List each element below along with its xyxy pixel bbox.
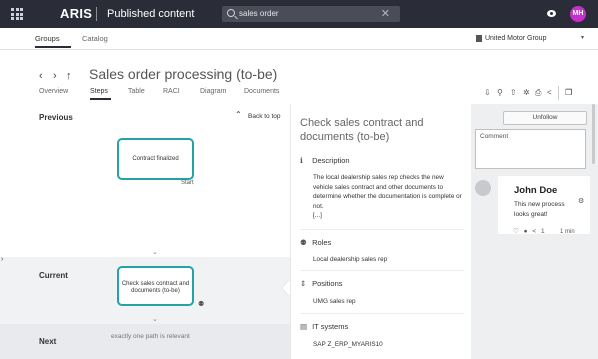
next-label: Next [39, 337, 57, 346]
it-systems-value[interactable]: SAP Z_ERP_MYARIS10 [313, 340, 463, 350]
search-input[interactable]: sales order ✕ [222, 6, 400, 22]
roles-section: ⚉ Roles [300, 238, 331, 247]
clear-search-icon[interactable]: ✕ [381, 7, 390, 20]
role-icon: ⚉ [300, 238, 307, 247]
description-text: The local dealership sales rep checks th… [313, 173, 463, 221]
scrollbar[interactable] [592, 104, 595, 164]
tab-documents[interactable]: Documents [244, 88, 279, 95]
previous-row [0, 104, 290, 257]
share-icon[interactable]: < [532, 228, 536, 235]
like-count: 1 [541, 228, 545, 235]
back-to-top-link[interactable]: Back to top [248, 113, 281, 120]
tab-steps[interactable]: Steps [90, 88, 108, 95]
steps-panel: Previous ⌃ Back to top Contract finalize… [0, 104, 290, 359]
detail-title: Check sales contract and documents (to-b… [300, 117, 424, 143]
active-tab-underline [35, 46, 71, 48]
pages-icon[interactable]: ❐ [565, 88, 572, 97]
comment-input[interactable]: Comment [475, 129, 586, 169]
unfollow-button[interactable]: Unfollow [503, 111, 587, 125]
search-icon [227, 9, 235, 17]
app-launcher-icon[interactable] [11, 8, 23, 20]
expand-left-icon[interactable]: › [1, 256, 3, 263]
info-icon: ℹ [300, 156, 303, 165]
print-icon[interactable]: ⎙ [535, 88, 541, 98]
active-tab-underline [90, 98, 111, 100]
divider [300, 270, 464, 271]
chevron-up-icon[interactable]: ⌃ [235, 110, 242, 119]
tab-catalog[interactable]: Catalog [82, 34, 108, 43]
up-icon[interactable]: ↑ [66, 70, 72, 82]
positions-label: Positions [312, 279, 343, 288]
tab-table[interactable]: Table [128, 88, 145, 95]
role-icon: ⚉ [198, 301, 205, 308]
server-icon: ▤ [300, 322, 308, 331]
commenter-avatar [475, 180, 491, 196]
like-icon[interactable]: ♡ [513, 228, 519, 235]
comment-time: 1 min [560, 229, 575, 235]
description-label: Description [312, 156, 350, 165]
next-hint: exactly one path is relevant [111, 333, 190, 340]
portal-title: Published content [107, 8, 195, 20]
current-step-label: Check sales contract and documents (to-b… [121, 281, 190, 294]
aris-logo: ARIS [60, 6, 93, 21]
current-step-card[interactable]: Check sales contract and documents (to-b… [117, 266, 194, 306]
top-bar: ARIS Published content sales order ✕ MH [0, 0, 598, 28]
position-icon: ⇕ [300, 279, 307, 288]
previous-step-card[interactable]: Contract finalized [117, 138, 194, 180]
page-title: Sales order processing (to-be) [89, 66, 278, 82]
pin-icon[interactable]: ⚲ [497, 88, 503, 97]
user-avatar[interactable]: MH [570, 6, 586, 22]
settings-icon[interactable]: ✲ [523, 88, 530, 97]
roles-label: Roles [312, 238, 332, 247]
description-section: ℹ Description [300, 156, 350, 165]
favorite-star-icon[interactable]: ☆ [214, 69, 221, 78]
group-selector[interactable]: United Motor Group [485, 35, 546, 42]
start-label: Start [181, 180, 194, 186]
previous-label: Previous [39, 113, 73, 122]
forward-icon[interactable]: › [53, 70, 57, 82]
description-more-link[interactable]: [...] [313, 212, 322, 219]
top-separator [96, 7, 97, 21]
previous-step-label: Contract finalized [132, 156, 179, 162]
tab-overview[interactable]: Overview [39, 88, 68, 95]
eye-icon[interactable] [547, 10, 556, 17]
secondary-nav: Groups Catalog United Motor Group ▾ [0, 28, 598, 50]
tab-diagram[interactable]: Diagram [200, 88, 226, 95]
tab-raci[interactable]: RACI [163, 88, 180, 95]
current-label: Current [39, 271, 68, 280]
database-icon [476, 35, 482, 42]
back-icon[interactable]: ‹ [39, 70, 43, 82]
comment-card: John Doe ⚙ This new process looks great! [498, 176, 590, 234]
toolbar-divider [558, 86, 559, 100]
chevron-down-icon[interactable]: ⌄ [152, 315, 158, 323]
divider [300, 313, 464, 314]
roles-value[interactable]: Local dealership sales rep [313, 255, 463, 265]
comment-actions: ♡ ● < 1 [513, 227, 545, 235]
gear-icon[interactable]: ⚙ [578, 197, 584, 205]
reply-icon[interactable]: ● [524, 228, 528, 235]
description-body: The local dealership sales rep checks th… [313, 174, 462, 210]
detail-panel: Check sales contract and documents (to-b… [290, 104, 471, 359]
comment-text: This new process looks great! [514, 201, 565, 218]
positions-section: ⇕ Positions [300, 279, 343, 288]
it-systems-label: IT systems [312, 322, 349, 331]
download-icon[interactable]: ⇩ [484, 88, 491, 97]
upload-icon[interactable]: ⇧ [510, 88, 517, 97]
comment-author: John Doe [514, 185, 558, 196]
it-systems-section: ▤ IT systems [300, 322, 348, 331]
share-icon[interactable]: < [547, 88, 552, 97]
search-value[interactable]: sales order [239, 9, 279, 18]
tab-groups[interactable]: Groups [35, 34, 60, 43]
chevron-down-icon[interactable]: ⌄ [152, 248, 158, 256]
positions-value[interactable]: UMG sales rep [313, 297, 463, 307]
chevron-down-icon[interactable]: ▾ [581, 34, 584, 41]
divider [300, 229, 464, 230]
